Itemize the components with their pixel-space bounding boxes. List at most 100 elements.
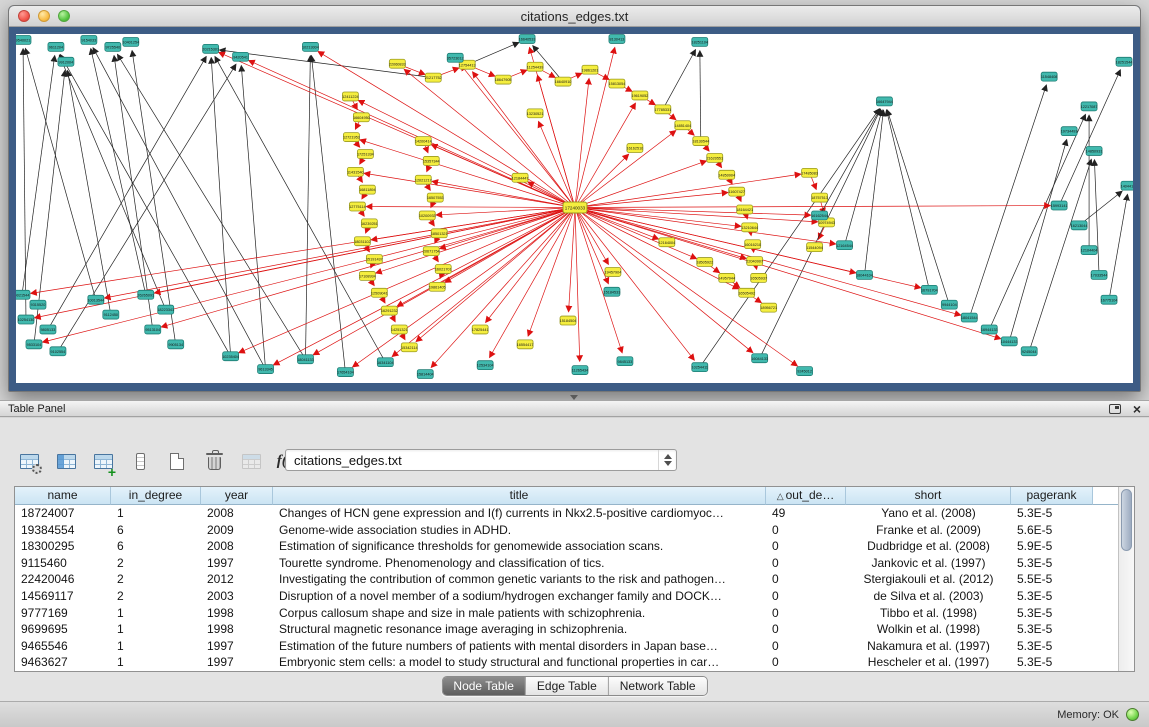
table-cell-pagerank[interactable]: 5.6E-5 — [1011, 522, 1093, 539]
table-cell-short[interactable]: Franke et al. (2009) — [846, 522, 1011, 539]
table-cell-name[interactable]: 9115460 — [15, 555, 111, 572]
table-cell-short[interactable]: de Silva et al. (2003) — [846, 588, 1011, 605]
graph-edge[interactable] — [22, 56, 55, 295]
table-cell-in_degree[interactable]: 1 — [111, 621, 201, 638]
graph-edge[interactable] — [887, 110, 930, 290]
graph-edge[interactable] — [845, 110, 883, 245]
table-cell-short[interactable]: Hescheler et al. (1997) — [846, 654, 1011, 671]
graph-edge[interactable] — [575, 154, 629, 207]
graph-edge[interactable] — [575, 103, 635, 207]
table-row[interactable]: 977716911998Corpus callosum shape and si… — [15, 605, 1118, 622]
table-cell-year[interactable]: 2009 — [201, 522, 273, 539]
column-header-name[interactable]: name — [15, 487, 111, 505]
column-header-title[interactable]: title — [273, 487, 766, 505]
table-cell-in_degree[interactable]: 1 — [111, 505, 201, 522]
graph-edge[interactable] — [887, 110, 949, 305]
table-cell-out_degree[interactable]: 0 — [766, 638, 846, 655]
graph-edge[interactable] — [305, 56, 310, 359]
table-cell-name[interactable]: 9465546 — [15, 638, 111, 655]
table-row[interactable]: 946554611997Estimation of the future num… — [15, 638, 1118, 655]
table-cell-year[interactable]: 2008 — [201, 505, 273, 522]
network-graph[interactable]: 1241122416604950127219531725133411431540… — [16, 34, 1133, 383]
table-cell-in_degree[interactable]: 6 — [111, 538, 201, 555]
graph-edge[interactable] — [132, 51, 176, 345]
table-cell-out_degree[interactable]: 0 — [766, 621, 846, 638]
tab-edge-table[interactable]: Edge Table — [526, 677, 609, 695]
graph-edge[interactable] — [1109, 194, 1127, 299]
graph-edge[interactable] — [48, 57, 206, 330]
graph-edge[interactable] — [114, 56, 153, 330]
table-cell-year[interactable]: 1997 — [201, 555, 273, 572]
table-cell-name[interactable]: 18300295 — [15, 538, 111, 555]
table-cell-pagerank[interactable]: 5.3E-5 — [1011, 505, 1093, 522]
graph-edge[interactable] — [539, 122, 575, 208]
table-cell-year[interactable]: 1998 — [201, 621, 273, 638]
table-row[interactable]: 969969511998Structural magnetic resonanc… — [15, 621, 1118, 638]
table-cell-short[interactable]: Wolkin et al. (1998) — [846, 621, 1011, 638]
import-table-button[interactable] — [238, 448, 264, 474]
table-cell-year[interactable]: 2003 — [201, 588, 273, 605]
table-cell-title[interactable]: Embryonic stem cells: a model to study s… — [273, 654, 766, 671]
table-cell-in_degree[interactable]: 6 — [111, 522, 201, 539]
vertical-scrollbar[interactable] — [1118, 487, 1134, 671]
table-cell-title[interactable]: Tourette syndrome. Phenomenology and cla… — [273, 555, 766, 572]
column-header-pagerank[interactable]: pagerank — [1011, 487, 1093, 505]
column-header-in_degree[interactable]: in_degree — [111, 487, 201, 505]
table-cell-in_degree[interactable]: 1 — [111, 638, 201, 655]
table-cell-short[interactable]: Dudbridge et al. (2008) — [846, 538, 1011, 555]
graph-edge[interactable] — [575, 208, 961, 316]
table-cell-pagerank[interactable]: 5.3E-5 — [1011, 555, 1093, 572]
table-cell-title[interactable]: Estimation of significance thresholds fo… — [273, 538, 766, 555]
table-cell-in_degree[interactable]: 1 — [111, 605, 201, 622]
table-cell-title[interactable]: Investigating the contribution of common… — [273, 571, 766, 588]
table-cell-out_degree[interactable]: 49 — [766, 505, 846, 522]
table-cell-title[interactable]: Disruption of a novel member of a sodium… — [273, 588, 766, 605]
table-options-button[interactable] — [16, 448, 42, 474]
table-cell-title[interactable]: Corpus callosum shape and size in male p… — [273, 605, 766, 622]
table-cell-out_degree[interactable]: 0 — [766, 538, 846, 555]
graph-edge[interactable] — [575, 206, 1050, 208]
graph-edge[interactable] — [486, 208, 575, 323]
graph-edge[interactable] — [93, 48, 265, 369]
table-cell-out_degree[interactable]: 0 — [766, 654, 846, 671]
table-row[interactable]: 1830029562008Estimation of significance … — [15, 538, 1118, 555]
table-cell-pagerank[interactable]: 5.5E-5 — [1011, 571, 1093, 588]
graph-edge[interactable] — [67, 71, 110, 315]
column-header-out_degree[interactable]: △out_de… — [766, 487, 846, 505]
graph-edge[interactable] — [249, 60, 575, 207]
graph-edge[interactable] — [663, 50, 696, 110]
table-cell-year[interactable]: 2008 — [201, 538, 273, 555]
table-cell-short[interactable]: Yano et al. (2008) — [846, 505, 1011, 522]
graph-edge[interactable] — [473, 72, 575, 208]
graph-edge[interactable] — [118, 54, 306, 359]
graph-edge[interactable] — [969, 85, 1046, 317]
table-cell-name[interactable]: 9777169 — [15, 605, 111, 622]
table-row[interactable]: 911546021997Tourette syndrome. Phenomeno… — [15, 555, 1118, 572]
table-cell-title[interactable]: Genome-wide association studies in ADHD. — [273, 522, 766, 539]
graph-edge[interactable] — [575, 193, 728, 208]
network-table-select[interactable]: citations_edges.txt — [285, 449, 677, 471]
graph-edge[interactable] — [59, 55, 165, 310]
graph-edge[interactable] — [575, 208, 1001, 339]
table-cell-title[interactable]: Structural magnetic resonance image aver… — [273, 621, 766, 638]
table-row[interactable]: 1938455462009Genome-wide association stu… — [15, 522, 1118, 539]
graph-edge[interactable] — [700, 51, 701, 141]
table-cell-year[interactable]: 1998 — [201, 605, 273, 622]
graph-edge[interactable] — [864, 110, 883, 275]
graph-edge[interactable] — [1029, 159, 1091, 351]
table-cell-in_degree[interactable]: 2 — [111, 571, 201, 588]
table-cell-pagerank[interactable]: 5.3E-5 — [1011, 654, 1093, 671]
column-header-year[interactable]: year — [201, 487, 273, 505]
table-row[interactable]: 2242004622012Investigating the contribut… — [15, 571, 1118, 588]
tab-node-table[interactable]: Node Table — [442, 677, 526, 695]
network-canvas[interactable]: 1241122416604950127219531725133411431540… — [16, 34, 1133, 383]
table-cell-out_degree[interactable]: 0 — [766, 522, 846, 539]
new-table-button[interactable] — [164, 448, 190, 474]
table-row[interactable]: 1456911722003Disruption of a novel membe… — [15, 588, 1118, 605]
table-cell-pagerank[interactable]: 5.3E-5 — [1011, 621, 1093, 638]
table-cell-in_degree[interactable]: 1 — [111, 654, 201, 671]
graph-edge[interactable] — [353, 208, 575, 367]
table-cell-name[interactable]: 22420046 — [15, 571, 111, 588]
table-cell-out_degree[interactable]: 0 — [766, 605, 846, 622]
graph-edge[interactable] — [700, 109, 880, 367]
